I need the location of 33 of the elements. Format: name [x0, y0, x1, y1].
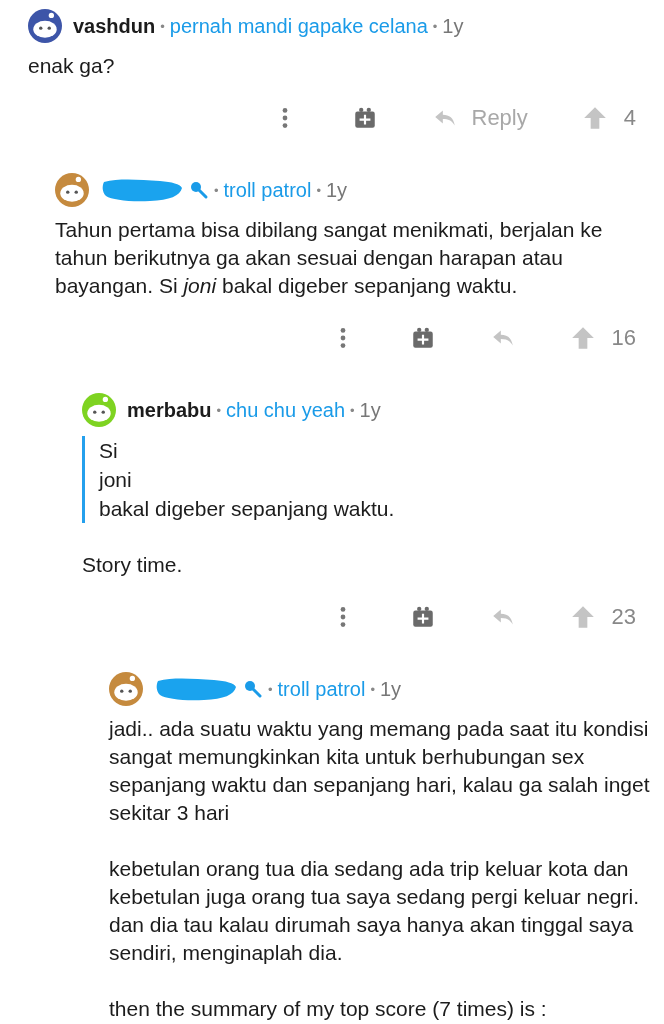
vote-score: 16 [611, 325, 636, 351]
vote-score: 23 [611, 604, 636, 630]
separator-dot: • [214, 182, 219, 198]
user-flair: troll patrol [277, 677, 366, 701]
avatar-icon[interactable] [109, 672, 143, 706]
comment-text: enak ga? [28, 53, 116, 79]
avatar-icon[interactable] [55, 173, 89, 207]
comment-age: 1y [442, 14, 464, 38]
vote-score: 4 [623, 105, 636, 131]
separator-dot: • [160, 18, 165, 34]
comment-age: 1y [379, 677, 402, 701]
separator-dot: • [316, 182, 321, 198]
quote-line: joni [99, 467, 133, 493]
separator-dot: • [216, 402, 222, 418]
username[interactable]: merbabu [127, 398, 212, 422]
user-flair: chu chu yeah [226, 398, 345, 422]
separator-dot: • [350, 402, 355, 418]
avatar-icon[interactable] [28, 9, 62, 43]
separator-dot: • [370, 681, 375, 697]
username[interactable]: vashdun [73, 14, 156, 38]
comment-text: kebetulan orang tua dia sedang ada trip keluar kota dan kebetulan juga orang tua saya sedang pergi keluar negri. dan dia tau kalau dirumah saya hanya akan tinggal saya sendiri, menginaplah dia. [109, 856, 641, 966]
comment-text: then the summary of my top score (7 times) is : [109, 996, 548, 1022]
separator-dot: • [432, 18, 438, 34]
separator-dot: • [268, 681, 273, 697]
comment-text: Story time. [82, 552, 184, 578]
user-flair: pernah mandi gapake celana [169, 14, 428, 38]
quote-line: Si [99, 438, 119, 464]
comment-text: jadi.. ada suatu waktu yang memang pada saat itu kondisi sangat memungkinkan kita untuk berhubungan sex sepanjang waktu dan sepanjang hari, kalau ga salah inget sekitar 3 hari [109, 716, 651, 826]
comment-text: Tahun pertama bisa dibilang sangat menikmati, berjalan ke tahun berikutnya ga akan sesuai dengan harapan atau bayangan. Si joni bakal digeber sepanjang waktu. [55, 217, 604, 299]
comment-age: 1y [325, 178, 348, 202]
user-flair: troll patrol [223, 178, 312, 202]
quote-line: bakal digeber sepanjang waktu. [99, 496, 396, 522]
comment-age: 1y [359, 398, 381, 422]
